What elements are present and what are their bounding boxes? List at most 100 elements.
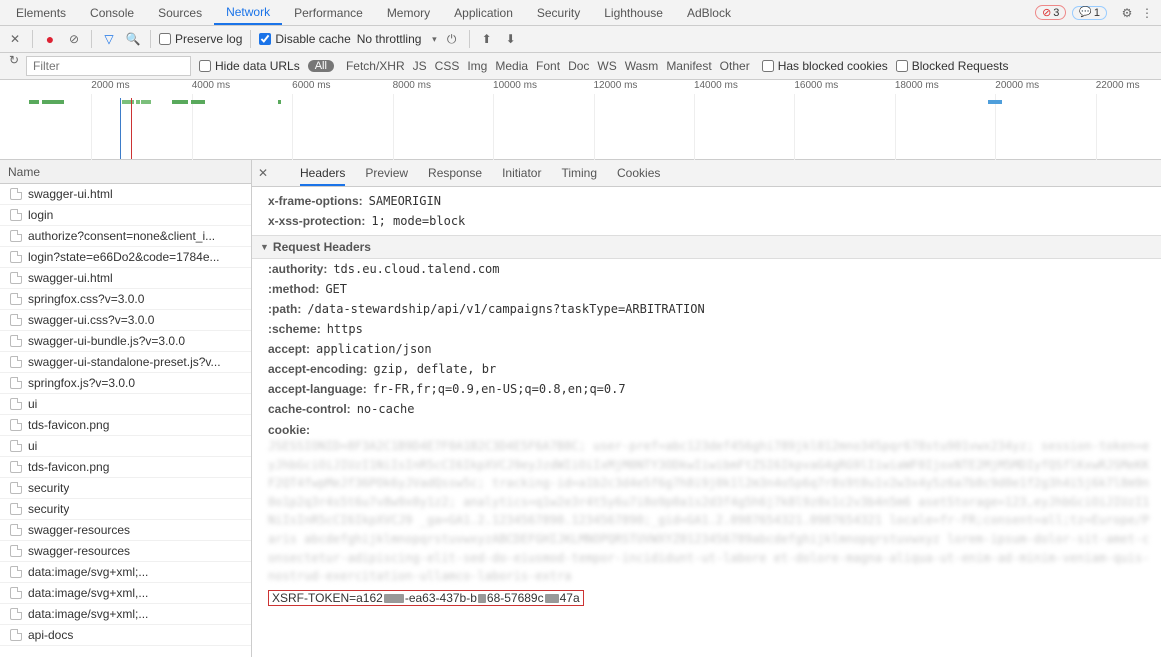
request-row[interactable]: swagger-resources	[0, 520, 251, 541]
gear-icon[interactable]: ⚙	[1117, 3, 1137, 23]
details-tab-timing[interactable]: Timing	[561, 166, 597, 180]
details-tab-initiator[interactable]: Initiator	[502, 166, 541, 180]
timeline-bars	[26, 98, 1161, 158]
filter-chip-manifest[interactable]: Manifest	[662, 59, 715, 73]
tab-console[interactable]: Console	[78, 0, 146, 25]
filter-input[interactable]	[26, 56, 191, 76]
filter-chip-other[interactable]: Other	[716, 59, 754, 73]
request-row[interactable]: tds-favicon.png	[0, 415, 251, 436]
request-name: data:image/svg+xml,...	[28, 586, 148, 600]
upload-har-icon[interactable]: ⬆	[478, 30, 496, 48]
timeline-tick: 6000 ms	[292, 80, 330, 91]
request-row[interactable]: authorize?consent=none&client_i...	[0, 226, 251, 247]
load-line	[131, 98, 132, 159]
request-row[interactable]: swagger-resources	[0, 541, 251, 562]
file-icon	[10, 293, 22, 305]
divider	[91, 30, 92, 48]
request-row[interactable]: api-docs	[0, 625, 251, 646]
filter-chip-ws[interactable]: WS	[593, 59, 620, 73]
network-conditions-icon[interactable]: ⏻	[443, 30, 461, 48]
throttling-select[interactable]: No throttling ▾	[357, 32, 437, 46]
name-column-header[interactable]: Name	[0, 160, 251, 184]
tab-lighthouse[interactable]: Lighthouse	[592, 0, 675, 25]
timeline-tick: 4000 ms	[192, 80, 230, 91]
filter-chip-media[interactable]: Media	[491, 59, 532, 73]
filter-chip-css[interactable]: CSS	[431, 59, 464, 73]
disable-cache-label: Disable cache	[275, 32, 350, 46]
request-details-panel: ✕ Headers Preview Response Initiator Tim…	[252, 160, 1161, 657]
tab-network[interactable]: Network	[214, 0, 282, 25]
header-accept-encoding: accept-encoding:gzip, deflate, br	[252, 359, 1161, 379]
divider	[469, 30, 470, 48]
request-row[interactable]: swagger-ui.css?v=3.0.0	[0, 310, 251, 331]
download-har-icon[interactable]: ⬇	[502, 30, 520, 48]
section-request-headers[interactable]: ▼Request Headers	[252, 235, 1161, 259]
details-tab-headers[interactable]: Headers	[300, 166, 345, 186]
filter-chip-wasm[interactable]: Wasm	[621, 59, 663, 73]
request-row[interactable]: swagger-ui.html	[0, 268, 251, 289]
hide-urls-checkbox[interactable]: Hide data URLs	[199, 59, 300, 73]
search-icon[interactable]: 🔍	[124, 30, 142, 48]
file-icon	[10, 440, 22, 452]
filter-chip-fetchxhr[interactable]: Fetch/XHR	[342, 59, 409, 73]
disable-cache-checkbox[interactable]: Disable cache	[259, 32, 350, 46]
filter-chip-font[interactable]: Font	[532, 59, 564, 73]
request-row[interactable]: ui	[0, 394, 251, 415]
tab-elements[interactable]: Elements	[4, 0, 78, 25]
record-icon[interactable]: ●	[41, 30, 59, 48]
blocked-requests-label: Blocked Requests	[912, 59, 1009, 73]
request-row[interactable]: springfox.js?v=3.0.0	[0, 373, 251, 394]
request-row[interactable]: login?state=e66Do2&code=1784e...	[0, 247, 251, 268]
network-timeline[interactable]: 2000 ms4000 ms6000 ms8000 ms10000 ms1200…	[0, 80, 1161, 160]
request-list-panel: Name swagger-ui.htmlloginauthorize?conse…	[0, 160, 252, 657]
blocked-requests-checkbox[interactable]: Blocked Requests	[896, 59, 1009, 73]
request-name: security	[28, 502, 69, 516]
preserve-log-checkbox[interactable]: Preserve log	[159, 32, 242, 46]
filter-icon[interactable]: ▽	[100, 30, 118, 48]
header-accept: accept:application/json	[252, 339, 1161, 359]
request-name: data:image/svg+xml;...	[28, 565, 148, 579]
details-tab-response[interactable]: Response	[428, 166, 482, 180]
request-row[interactable]: security	[0, 478, 251, 499]
chevron-down-icon: ▼	[260, 242, 269, 252]
refresh-icon[interactable]: ↻	[4, 53, 24, 67]
request-row[interactable]: swagger-ui.html	[0, 184, 251, 205]
has-blocked-cookies-checkbox[interactable]: Has blocked cookies	[762, 59, 888, 73]
request-row[interactable]: data:image/svg+xml;...	[0, 562, 251, 583]
request-row[interactable]: springfox.css?v=3.0.0	[0, 289, 251, 310]
request-row[interactable]: data:image/svg+xml,...	[0, 583, 251, 604]
error-badge[interactable]: 3	[1035, 5, 1066, 20]
tab-sources[interactable]: Sources	[146, 0, 214, 25]
kebab-menu-icon[interactable]: ⋮	[1137, 3, 1157, 23]
filter-chip-js[interactable]: JS	[409, 59, 431, 73]
tab-security[interactable]: Security	[525, 0, 592, 25]
request-name: authorize?consent=none&client_i...	[28, 229, 215, 243]
request-row[interactable]: login	[0, 205, 251, 226]
request-row[interactable]: swagger-ui-bundle.js?v=3.0.0	[0, 331, 251, 352]
request-row[interactable]: security	[0, 499, 251, 520]
timeline-tick: 20000 ms	[995, 80, 1039, 91]
tab-performance[interactable]: Performance	[282, 0, 375, 25]
details-tab-cookies[interactable]: Cookies	[617, 166, 660, 180]
message-badge[interactable]: 1	[1072, 6, 1107, 20]
filter-chip-doc[interactable]: Doc	[564, 59, 593, 73]
filter-chip-img[interactable]: Img	[463, 59, 491, 73]
filter-chip-all[interactable]: All	[308, 60, 334, 72]
tab-adblock[interactable]: AdBlock	[675, 0, 743, 25]
request-name: api-docs	[28, 628, 73, 642]
clear-icon[interactable]: ⊘	[65, 30, 83, 48]
close-details-icon[interactable]: ✕	[258, 166, 274, 180]
request-row[interactable]: data:image/svg+xml;...	[0, 604, 251, 625]
details-tab-preview[interactable]: Preview	[365, 166, 408, 180]
file-icon	[10, 188, 22, 200]
preserve-log-label: Preserve log	[175, 32, 242, 46]
request-name: swagger-resources	[28, 544, 130, 558]
tab-memory[interactable]: Memory	[375, 0, 442, 25]
request-name: swagger-ui.css?v=3.0.0	[28, 313, 154, 327]
request-row[interactable]: swagger-ui-standalone-preset.js?v...	[0, 352, 251, 373]
close-panel-icon[interactable]: ✕	[6, 30, 24, 48]
divider	[32, 30, 33, 48]
request-row[interactable]: tds-favicon.png	[0, 457, 251, 478]
tab-application[interactable]: Application	[442, 0, 525, 25]
request-row[interactable]: ui	[0, 436, 251, 457]
